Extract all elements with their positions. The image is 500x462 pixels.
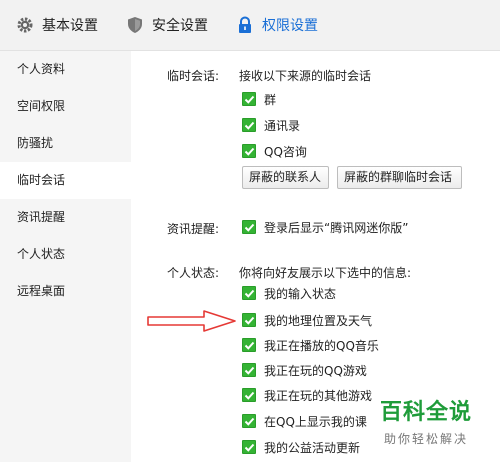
temp-chat-option-group[interactable]: 群 [242, 90, 276, 108]
checkbox-checked-icon [242, 414, 256, 428]
sidebar-item-personal-status[interactable]: 个人状态 [0, 236, 131, 273]
watermark-subtitle: 助你轻松解决 [383, 432, 468, 446]
sidebar-item-remote-desktop[interactable]: 远程桌面 [0, 273, 131, 310]
sidebar-item-space-permission[interactable]: 空间权限 [0, 88, 131, 125]
personal-status-label: 个人状态: [167, 266, 220, 280]
checkbox-checked-icon [242, 440, 256, 454]
status-option-qq-music[interactable]: 我正在播放的QQ音乐 [242, 336, 379, 354]
personal-status-desc: 你将向好友展示以下选中的信息: [239, 266, 412, 280]
option-label: 我正在播放的QQ音乐 [264, 338, 379, 353]
temp-chat-desc: 接收以下来源的临时会话 [239, 69, 372, 83]
temp-chat-label: 临时会话: [167, 69, 220, 83]
checkbox-checked-icon [242, 144, 256, 158]
sidebar-item-profile[interactable]: 个人资料 [0, 51, 131, 88]
lock-icon [236, 16, 254, 34]
option-label: 我的地理位置及天气 [264, 313, 373, 328]
option-label: 群 [264, 92, 277, 107]
option-label: 通讯录 [264, 118, 301, 133]
tab-label: 安全设置 [152, 18, 208, 34]
option-label: 我正在玩的QQ游戏 [264, 363, 367, 378]
option-label: 我的公益活动更新 [264, 440, 361, 455]
option-label: 我的输入状态 [264, 286, 337, 301]
status-option-other-game[interactable]: 我正在玩的其他游戏 [242, 386, 372, 404]
checkbox-checked-icon [242, 286, 256, 300]
tab-label: 权限设置 [262, 18, 318, 34]
checkbox-checked-icon [242, 388, 256, 402]
blocked-contacts-button[interactable]: 屏蔽的联系人 [242, 166, 329, 189]
checkbox-checked-icon [242, 220, 256, 234]
blocked-group-chat-button[interactable]: 屏蔽的群聊临时会话 [337, 166, 462, 189]
shield-icon [126, 16, 144, 34]
status-option-location-weather[interactable]: 我的地理位置及天气 [242, 311, 372, 329]
sidebar-item-news-reminder[interactable]: 资讯提醒 [0, 199, 131, 236]
sidebar: 个人资料 空间权限 防骚扰 临时会话 资讯提醒 个人状态 远程桌面 [0, 51, 131, 462]
tab-security-settings[interactable]: 安全设置 [126, 0, 208, 50]
sidebar-item-temp-chat[interactable]: 临时会话 [0, 162, 131, 199]
option-label: 在QQ上显示我的课 [264, 414, 367, 429]
checkbox-checked-icon [242, 92, 256, 106]
status-option-qq-game[interactable]: 我正在玩的QQ游戏 [242, 361, 367, 379]
option-label: QQ咨询 [264, 144, 307, 159]
status-option-charity[interactable]: 我的公益活动更新 [242, 438, 360, 456]
watermark-title: 百科全说 [379, 400, 472, 425]
option-label: 我正在玩的其他游戏 [264, 388, 373, 403]
top-tab-bar: 基本设置 安全设置 权限设置 [0, 0, 500, 51]
red-arrow-annotation-icon [147, 310, 236, 332]
news-reminder-option[interactable]: 登录后显示“腾讯网迷你版” [242, 218, 408, 236]
temp-chat-option-qq-consult[interactable]: QQ咨询 [242, 142, 307, 160]
temp-chat-option-contacts[interactable]: 通讯录 [242, 116, 300, 134]
sidebar-item-anti-harassment[interactable]: 防骚扰 [0, 125, 131, 162]
tab-permission-settings[interactable]: 权限设置 [236, 0, 318, 50]
checkbox-checked-icon [242, 118, 256, 132]
news-reminder-label: 资讯提醒: [167, 222, 220, 236]
watermark: 百科全说 助你轻松解决 [366, 400, 486, 447]
checkbox-checked-icon [242, 338, 256, 352]
checkbox-checked-icon [242, 313, 256, 327]
checkbox-checked-icon [242, 363, 256, 377]
gear-icon [16, 16, 34, 34]
tab-label: 基本设置 [42, 18, 98, 34]
status-option-course[interactable]: 在QQ上显示我的课 [242, 412, 367, 430]
status-option-typing[interactable]: 我的输入状态 [242, 284, 336, 302]
tab-basic-settings[interactable]: 基本设置 [16, 0, 98, 50]
option-label: 登录后显示“腾讯网迷你版” [264, 220, 409, 235]
